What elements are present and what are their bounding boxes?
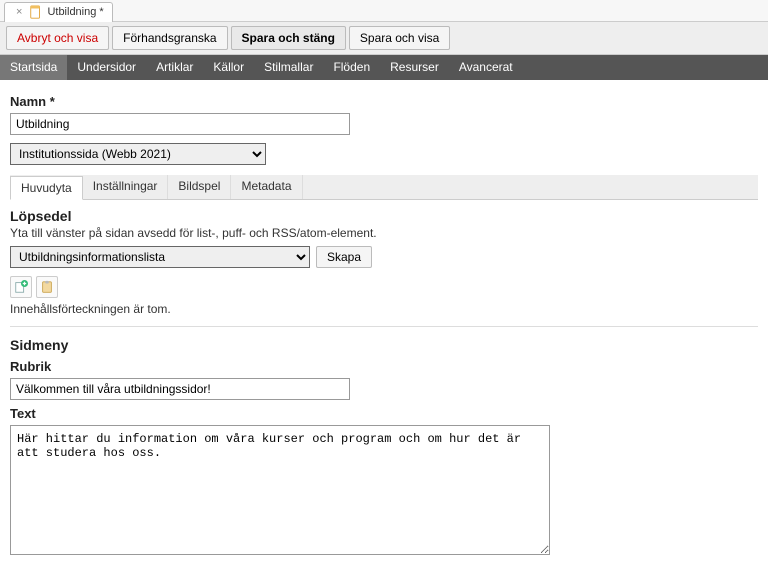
cancel-button[interactable]: Avbryt och visa bbox=[6, 26, 109, 50]
save-close-button[interactable]: Spara och stäng bbox=[231, 26, 346, 50]
sub-tabs: Huvudyta Inställningar Bildspel Metadata bbox=[10, 175, 758, 200]
sidmeny-heading: Sidmeny bbox=[10, 337, 758, 353]
lopsedel-desc: Yta till vänster på sidan avsedd för lis… bbox=[10, 226, 758, 240]
nav-undersidor[interactable]: Undersidor bbox=[67, 55, 146, 80]
create-button[interactable]: Skapa bbox=[316, 246, 372, 268]
nav-floden[interactable]: Flöden bbox=[323, 55, 380, 80]
lopsedel-empty-msg: Innehållsförteckningen är tom. bbox=[10, 302, 758, 316]
nav-stilmallar[interactable]: Stilmallar bbox=[254, 55, 323, 80]
subtab-huvudyta[interactable]: Huvudyta bbox=[10, 176, 83, 200]
main-nav: Startsida Undersidor Artiklar Källor Sti… bbox=[0, 55, 768, 80]
nav-kallor[interactable]: Källor bbox=[203, 55, 254, 80]
template-select[interactable]: Institutionssida (Webb 2021) bbox=[10, 143, 266, 165]
lopsedel-section: Löpsedel Yta till vänster på sidan avsed… bbox=[10, 208, 758, 316]
action-bar: Avbryt och visa Förhandsgranska Spara oc… bbox=[0, 22, 768, 55]
subtab-metadata[interactable]: Metadata bbox=[231, 175, 302, 199]
rubrik-label: Rubrik bbox=[10, 359, 758, 374]
nav-artiklar[interactable]: Artiklar bbox=[146, 55, 203, 80]
lopsedel-heading: Löpsedel bbox=[10, 208, 758, 224]
divider bbox=[10, 326, 758, 327]
document-tab[interactable]: × Utbildning * bbox=[4, 2, 113, 22]
paste-item-icon[interactable] bbox=[36, 276, 58, 298]
page-body: Namn * Institutionssida (Webb 2021) Huvu… bbox=[0, 80, 768, 566]
name-label: Namn * bbox=[10, 94, 758, 109]
name-input[interactable] bbox=[10, 113, 350, 135]
nav-resurser[interactable]: Resurser bbox=[380, 55, 449, 80]
lopsedel-select[interactable]: Utbildningsinformationslista bbox=[10, 246, 310, 268]
subtab-installningar[interactable]: Inställningar bbox=[83, 175, 169, 199]
text-textarea[interactable] bbox=[10, 425, 550, 555]
save-show-button[interactable]: Spara och visa bbox=[349, 26, 450, 50]
nav-avancerat[interactable]: Avancerat bbox=[449, 55, 523, 80]
text-label: Text bbox=[10, 406, 758, 421]
sidmeny-section: Sidmeny Rubrik Text bbox=[10, 337, 758, 558]
close-icon[interactable]: × bbox=[13, 6, 25, 18]
preview-button[interactable]: Förhandsgranska bbox=[112, 26, 227, 50]
document-tab-title: Utbildning * bbox=[47, 6, 103, 18]
subtab-bildspel[interactable]: Bildspel bbox=[168, 175, 231, 199]
rubrik-input[interactable] bbox=[10, 378, 350, 400]
add-item-icon[interactable] bbox=[10, 276, 32, 298]
document-tab-strip: × Utbildning * bbox=[0, 0, 768, 22]
nav-startsida[interactable]: Startsida bbox=[0, 55, 67, 80]
page-icon bbox=[29, 5, 43, 19]
